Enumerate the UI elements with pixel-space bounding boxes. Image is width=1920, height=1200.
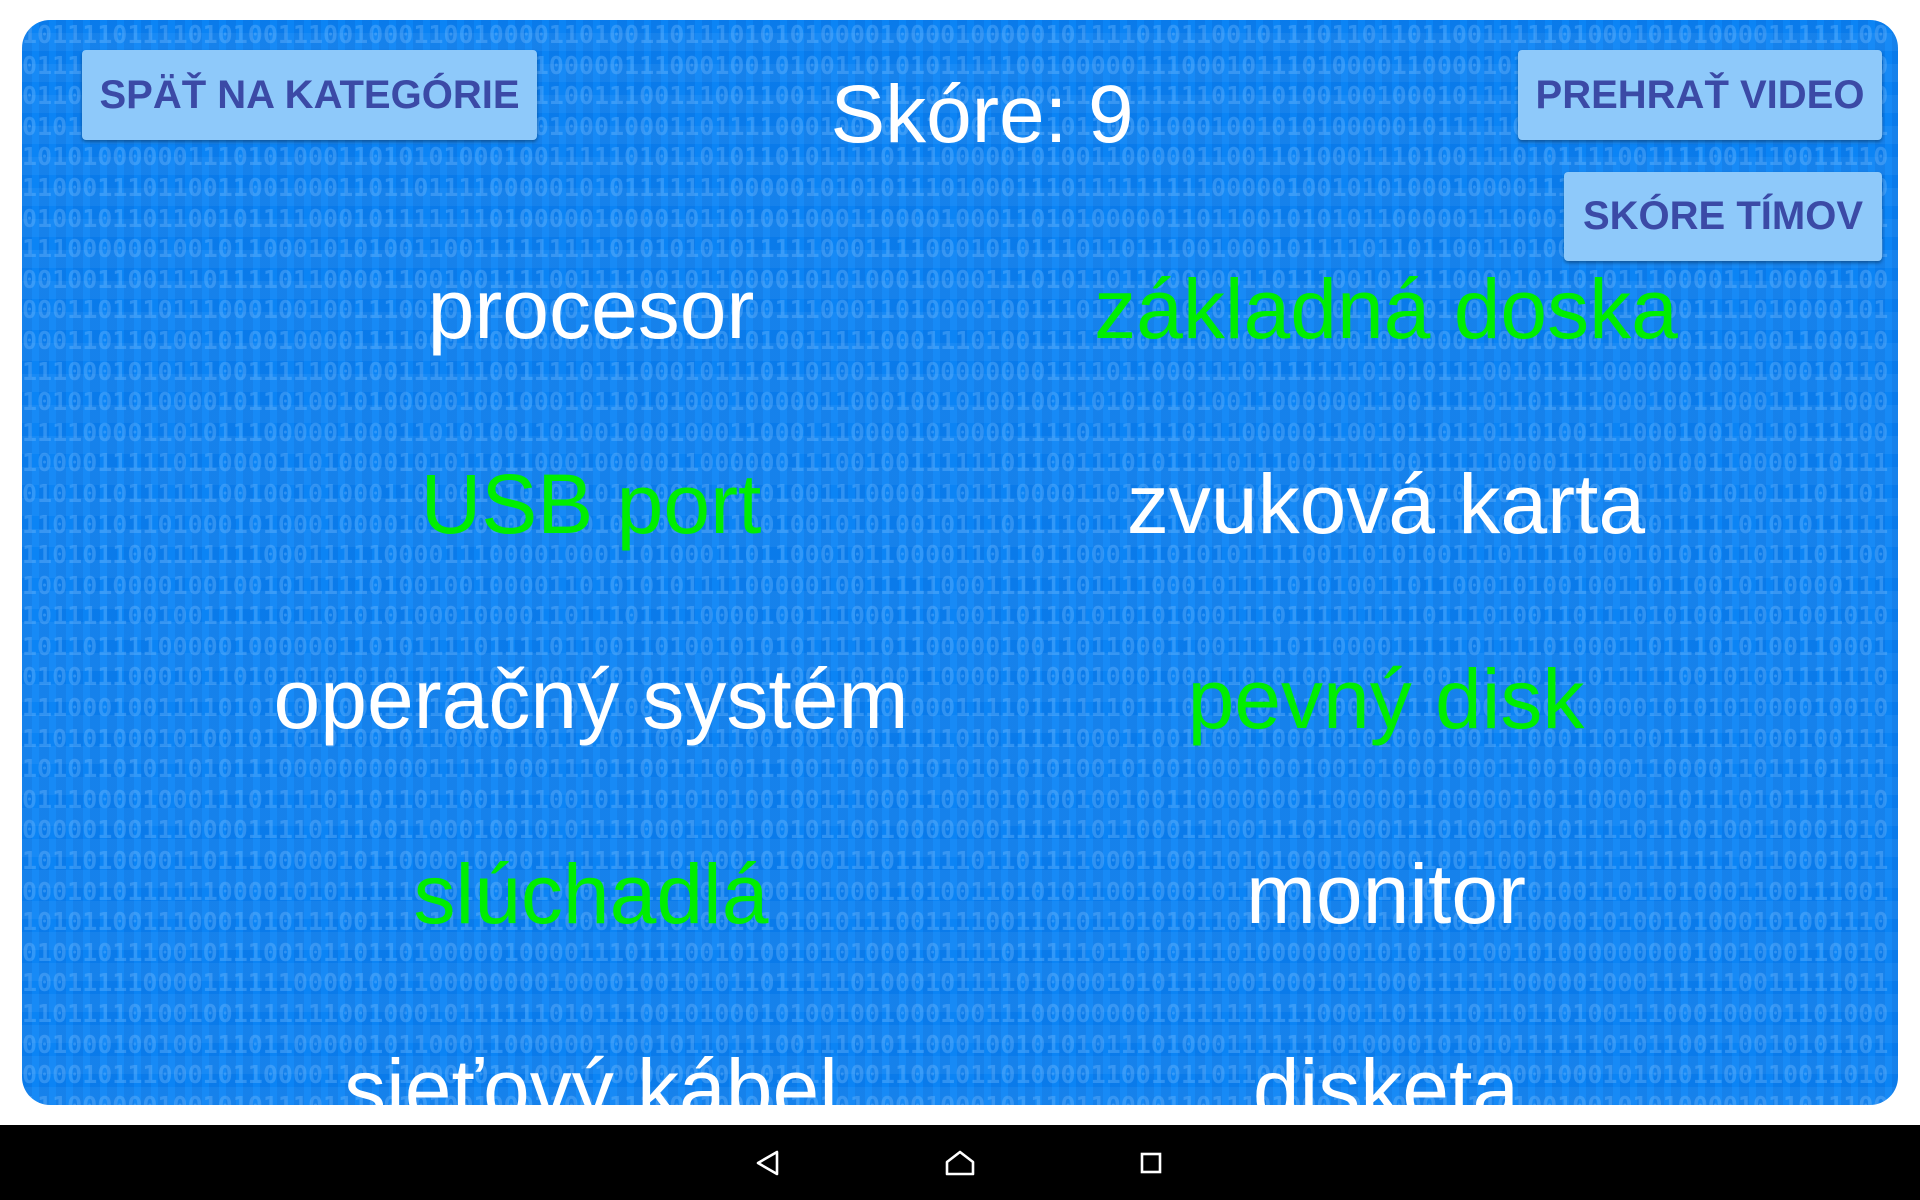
- app-screen: 1011110111101010011100100011001000011010…: [0, 0, 1920, 1200]
- game-panel: 1011110111101010011100100011001000011010…: [22, 20, 1898, 1105]
- home-outline-icon: [945, 1150, 975, 1175]
- triangle-back-icon: [756, 1150, 779, 1175]
- word-item[interactable]: operačný systém: [191, 644, 991, 754]
- nav-home-button[interactable]: [915, 1125, 1005, 1200]
- square-recents-icon: [1140, 1152, 1162, 1173]
- word-item[interactable]: monitor: [986, 839, 1786, 949]
- score-display: Skóre: 9: [782, 60, 1182, 170]
- back-to-categories-button[interactable]: SPÄŤ NA KATEGÓRIE: [82, 50, 537, 140]
- play-video-button[interactable]: PREHRAŤ VIDEO: [1518, 50, 1882, 140]
- team-scores-button[interactable]: SKÓRE TÍMOV: [1564, 172, 1882, 261]
- nav-back-button[interactable]: [723, 1125, 813, 1200]
- word-item[interactable]: slúchadlá: [191, 839, 991, 949]
- word-item[interactable]: USB port: [191, 449, 991, 559]
- score-label: Skóre:: [830, 69, 1068, 160]
- score-value: 9: [1087, 69, 1134, 160]
- word-item[interactable]: zvuková karta: [986, 449, 1786, 559]
- word-item[interactable]: sieťový kábel: [191, 1034, 991, 1105]
- word-item[interactable]: základná doska: [986, 254, 1786, 364]
- nav-recents-button[interactable]: [1106, 1125, 1196, 1200]
- android-navigation-bar: [0, 1125, 1920, 1200]
- word-item[interactable]: disketa: [986, 1034, 1786, 1105]
- word-item[interactable]: pevný disk: [986, 644, 1786, 754]
- word-item[interactable]: procesor: [191, 254, 991, 364]
